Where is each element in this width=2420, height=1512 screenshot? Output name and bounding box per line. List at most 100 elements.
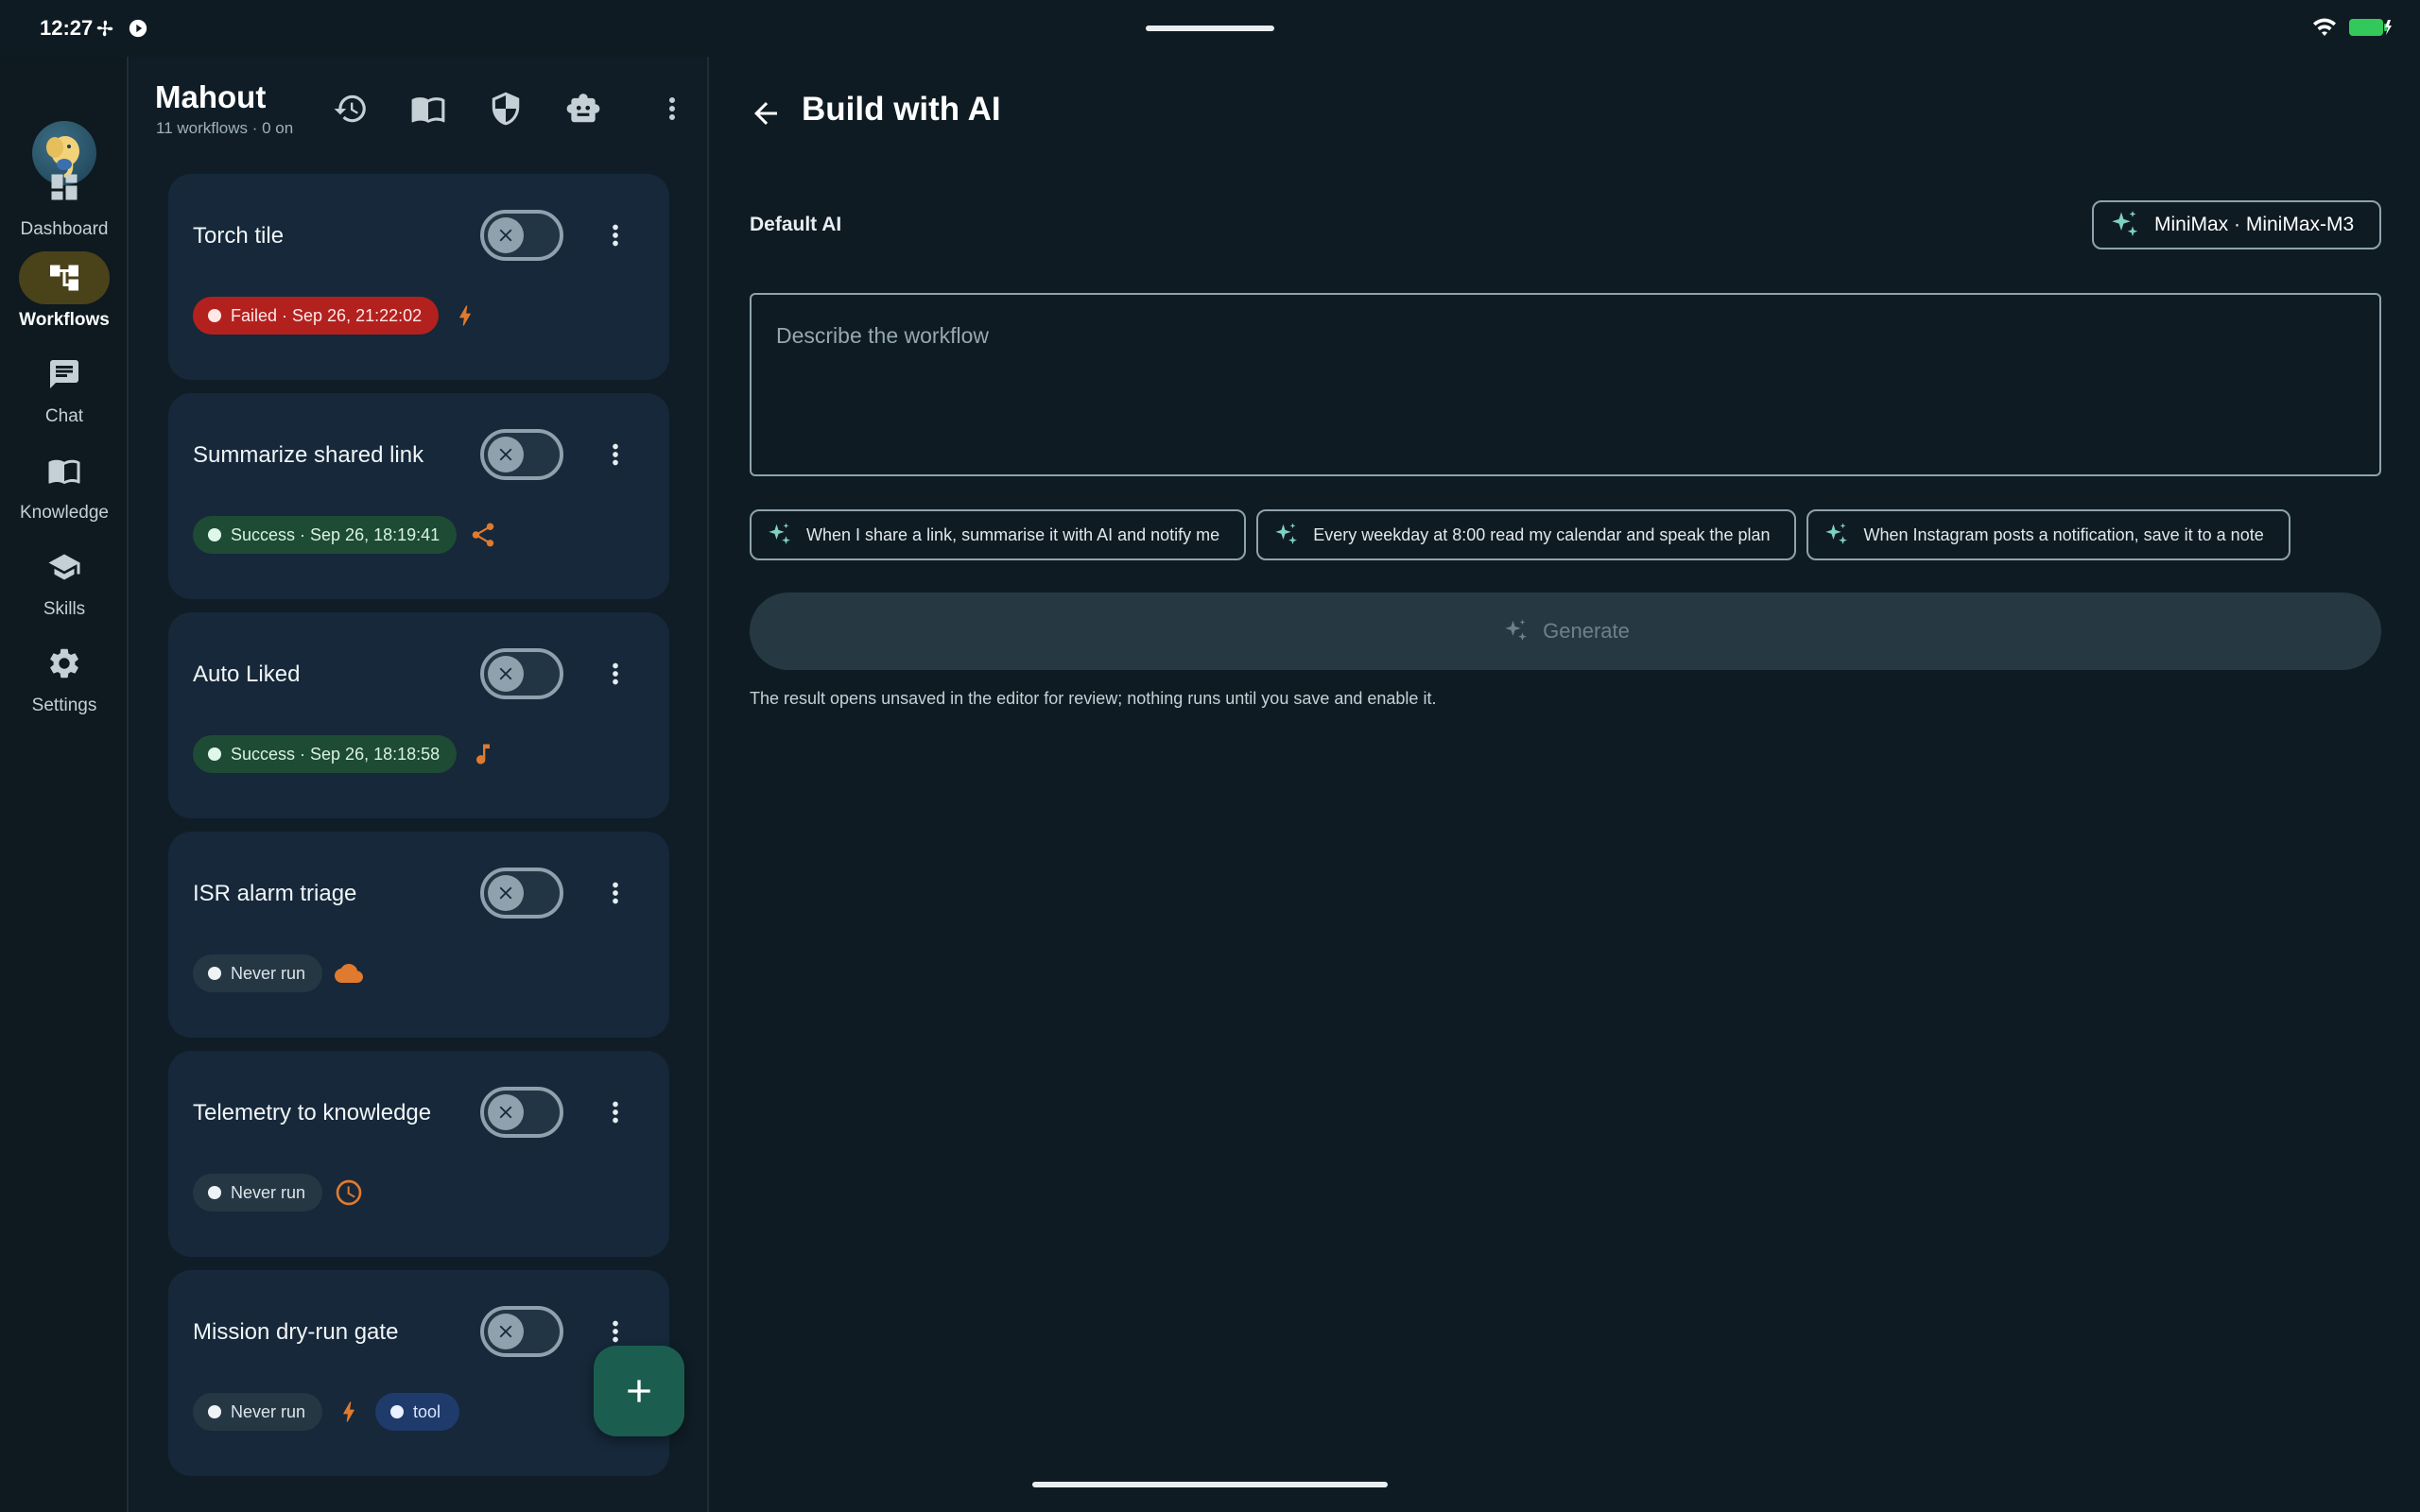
overflow-menu-button[interactable] — [650, 87, 694, 130]
status-badge: Success · Sep 26, 18:18:58 — [193, 735, 458, 773]
gear-icon — [50, 648, 78, 679]
workflow-enable-toggle[interactable] — [480, 1306, 563, 1357]
status-bar: 12:27 — [0, 0, 2420, 57]
model-name: MiniMax · MiniMax-M3 — [2154, 214, 2355, 235]
home-indicator[interactable] — [1032, 1482, 1388, 1487]
dashboard-icon — [51, 174, 78, 200]
close-icon — [499, 448, 512, 461]
bolt-icon — [334, 1397, 364, 1427]
chat-icon — [50, 360, 78, 388]
more-vert-icon — [613, 1320, 618, 1343]
generate-label: Generate — [1543, 619, 1630, 643]
more-vert-icon — [669, 97, 675, 120]
workflows-icon — [50, 265, 78, 291]
security-button[interactable] — [484, 87, 527, 130]
more-vert-icon — [613, 443, 618, 466]
fan-icon — [95, 18, 115, 39]
school-icon — [48, 554, 80, 580]
rail-item-skills[interactable]: Skills — [0, 541, 129, 620]
arrow-back-icon — [754, 102, 777, 125]
status-badge: Failed · Sep 26, 21:22:02 — [193, 297, 440, 335]
close-icon — [499, 667, 512, 680]
rail-label-dashboard: Dashboard — [20, 219, 109, 239]
back-button[interactable] — [739, 87, 792, 140]
rail-item-knowledge[interactable]: Knowledge — [0, 444, 129, 524]
more-vert-icon — [613, 882, 618, 904]
workflow-more-button[interactable] — [594, 652, 637, 696]
history-button[interactable] — [329, 87, 372, 130]
knowledge-button[interactable] — [406, 87, 450, 130]
workflow-description-input[interactable] — [752, 295, 2379, 474]
rail-label-settings: Settings — [31, 696, 97, 715]
navigation-rail: Dashboard Workflows Chat Knowledge Skill… — [0, 57, 129, 1512]
workflow-enable-toggle[interactable] — [480, 210, 563, 261]
add-icon — [628, 1380, 650, 1402]
cloud-icon — [334, 958, 364, 988]
status-badge: Never run — [193, 1174, 323, 1211]
wifi-icon — [2312, 17, 2337, 43]
rail-item-workflows[interactable]: Workflows — [0, 251, 129, 331]
sparkle-icon — [1275, 523, 1298, 544]
more-vert-icon — [613, 224, 618, 247]
tag-badge: tool — [375, 1393, 460, 1431]
workflow-title: Telemetry to knowledge — [193, 1100, 432, 1125]
page-title: Build with AI — [802, 91, 1001, 128]
workflow-enable-toggle[interactable] — [480, 429, 563, 480]
top-handle — [1146, 26, 1274, 31]
review-note: The result opens unsaved in the editor f… — [750, 689, 1437, 708]
workflow-title: Mission dry-run gate — [193, 1319, 399, 1345]
workflow-title: Torch tile — [193, 223, 285, 249]
workflow-more-button[interactable] — [594, 214, 637, 257]
add-workflow-button[interactable] — [594, 1346, 684, 1436]
generate-button[interactable]: Generate — [750, 593, 2381, 670]
workflow-card[interactable]: Telemetry to knowledge Never run — [168, 1051, 669, 1257]
close-icon — [499, 229, 512, 242]
sparkle-icon — [2112, 211, 2138, 236]
close-icon — [499, 1106, 512, 1119]
workflow-description-field[interactable] — [750, 293, 2381, 476]
suggestion-chip[interactable]: Every weekday at 8:00 read my calendar a… — [1256, 509, 1797, 560]
history-icon — [334, 94, 366, 123]
rail-item-chat[interactable]: Chat — [0, 348, 129, 427]
suggestion-chip[interactable]: When Instagram posts a notification, sav… — [1806, 509, 2290, 560]
workflow-enable-toggle[interactable] — [480, 1087, 563, 1138]
workflow-more-button[interactable] — [594, 1091, 637, 1134]
book-icon — [411, 97, 445, 124]
rail-label-skills: Skills — [43, 599, 86, 619]
bolt-icon — [450, 301, 480, 331]
rail-label-knowledge: Knowledge — [19, 503, 110, 523]
workflow-enable-toggle[interactable] — [480, 868, 563, 919]
app-title: Mahout — [155, 79, 267, 114]
status-badge: Success · Sep 26, 18:19:41 — [193, 516, 458, 554]
workflow-card[interactable]: ISR alarm triage Never run — [168, 832, 669, 1038]
suggestion-chips: When I share a link, summarise it with A… — [750, 509, 2290, 560]
rail-item-settings[interactable]: Settings — [0, 637, 129, 716]
battery-charging-icon — [2348, 17, 2392, 43]
status-badge: Never run — [193, 954, 323, 992]
workflow-more-button[interactable] — [594, 433, 637, 476]
sparkle-icon — [1505, 619, 1527, 641]
sparkle-icon — [1825, 523, 1848, 544]
workflow-title: ISR alarm triage — [193, 881, 357, 906]
rail-label-chat: Chat — [44, 406, 84, 426]
agent-button[interactable] — [562, 87, 605, 130]
build-with-ai-pane: Build with AI Default AI MiniMax · MiniM… — [711, 57, 2420, 1512]
clock-icon — [334, 1177, 364, 1208]
close-icon — [499, 886, 512, 900]
more-vert-icon — [613, 662, 618, 685]
workflow-more-button[interactable] — [594, 871, 637, 915]
status-badge: Never run — [193, 1393, 323, 1431]
more-vert-icon — [613, 1101, 618, 1124]
workflow-card[interactable]: Auto Liked Success · Sep 26, 18:18:58 — [168, 612, 669, 818]
suggestion-chip[interactable]: When I share a link, summarise it with A… — [750, 509, 1247, 560]
close-icon — [499, 1325, 512, 1338]
book-icon — [48, 459, 80, 485]
sparkle-icon — [769, 523, 790, 544]
robot-icon — [566, 94, 600, 123]
model-selector-button[interactable]: MiniMax · MiniMax-M3 — [2092, 200, 2381, 249]
workflow-title: Summarize shared link — [193, 442, 424, 468]
workflow-card[interactable]: Torch tile Failed · Sep 26, 21:22:02 — [168, 174, 669, 380]
rail-item-dashboard[interactable]: Dashboard — [0, 161, 129, 240]
workflow-enable-toggle[interactable] — [480, 648, 563, 699]
workflow-card[interactable]: Summarize shared link Success · Sep 26, … — [168, 393, 669, 599]
